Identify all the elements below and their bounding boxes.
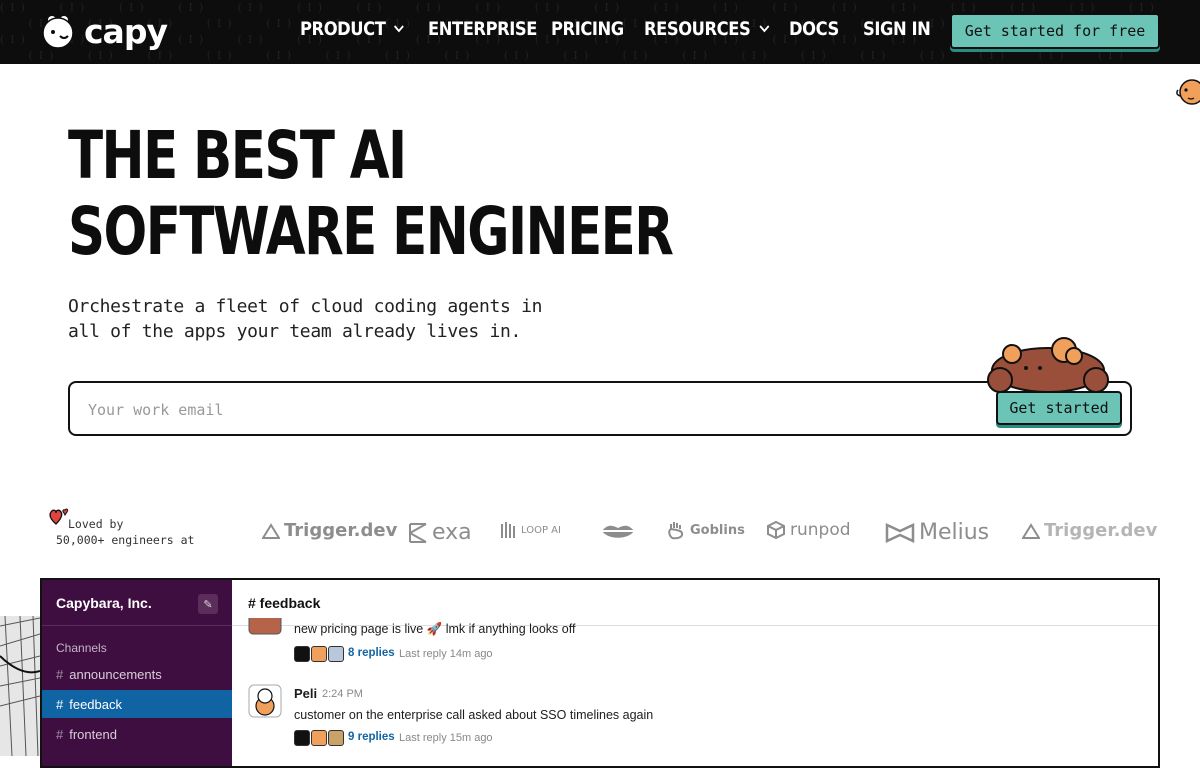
capybara-mascot-icon [987, 337, 1109, 393]
nav-product-label: PRODUCT [300, 18, 386, 40]
customer-logos: Trigger.dev exa LOOP AI Goblins runpod M… [262, 516, 1157, 548]
nav-resources[interactable]: RESOURCES [644, 18, 769, 40]
hero-title-line-1: THE BEST AI [68, 117, 407, 194]
brand-loop-ai: LOOP AI [499, 520, 561, 540]
nav-product[interactable]: PRODUCT [300, 18, 405, 40]
hero-title-line-2: SOFTWARE ENGINEER [68, 193, 674, 270]
brand-exa: exa [408, 520, 472, 545]
brand-exa-label: exa [432, 520, 472, 545]
brand-lips [600, 520, 636, 544]
brand-goblins-label: Goblins [690, 522, 745, 538]
brand-trigger-dev: Trigger.dev [262, 520, 397, 541]
hero-subtitle: Orchestrate a fleet of cloud coding agen… [68, 294, 588, 344]
avatar [294, 646, 310, 662]
channel-label: frontend [69, 726, 117, 742]
top-nav: (I) (I) (I) (I) (I) (I) (I) (I) (I) (I) … [0, 0, 1200, 64]
nav-enterprise[interactable]: ENTERPRISE [428, 18, 537, 40]
channel-label: announcements [69, 666, 162, 682]
last-reply-time: Last reply 14m ago [399, 648, 493, 660]
nav-pricing[interactable]: PRICING [551, 18, 624, 40]
loved-by-line-2: 50,000+ engineers at [56, 533, 195, 547]
workspace-name[interactable]: Capybara, Inc. [56, 595, 152, 611]
message-time: 2:24 PM [322, 688, 363, 700]
capy-logo[interactable]: capy [40, 12, 168, 51]
slack-window: Capybara, Inc. ✎ Channels # announcement… [40, 578, 1160, 768]
cube-icon [767, 520, 785, 540]
avatar [294, 730, 310, 746]
signup-form: Get started [68, 381, 1132, 436]
hero-title: THE BEST AI SOFTWARE ENGINEER [68, 117, 674, 270]
brand-runpod: runpod [766, 520, 851, 540]
message-text: customer on the enterprise call asked ab… [294, 708, 654, 722]
thread-replies-link[interactable]: 9 replies [348, 731, 395, 743]
last-reply-time: Last reply 15m ago [399, 732, 493, 744]
sketch-illustration [0, 616, 40, 756]
channel-label: feedback [69, 696, 122, 712]
logo-text: capy [84, 12, 168, 51]
message-author[interactable]: Peli [294, 686, 317, 701]
avatar [311, 730, 327, 746]
slack-sidebar: Capybara, Inc. ✎ Channels # announcement… [42, 580, 232, 766]
avatar [248, 684, 282, 718]
brand-trigger-dev-2: Trigger.dev [1022, 520, 1157, 541]
capy-logo-icon [42, 16, 74, 49]
lips-icon [602, 525, 634, 538]
channel-frontend[interactable]: # frontend [42, 720, 232, 748]
sidebar-divider [42, 625, 232, 626]
thread-replies-link[interactable]: 8 replies [348, 647, 395, 659]
triangle-icon [1022, 522, 1040, 539]
message-text: new pricing page is live 🚀 lmk if anythi… [294, 622, 576, 636]
avatar [248, 618, 282, 635]
channels-heading: Channels [56, 641, 107, 655]
channel-header: # feedback [232, 580, 1158, 626]
exa-icon [409, 522, 427, 543]
hash-icon: # [56, 696, 64, 712]
reply-avatars [294, 730, 344, 746]
brand-melius: Melius [885, 520, 989, 545]
get-started-free-button[interactable]: Get started for free [950, 13, 1160, 49]
loved-by-line-1: Loved by [68, 517, 124, 531]
peeking-capybara-icon [1176, 79, 1200, 105]
brand-loop-ai-label: LOOP AI [521, 524, 561, 536]
chevron-down-icon [394, 25, 405, 33]
chevron-down-icon [759, 25, 769, 33]
hash-icon: # [56, 666, 64, 682]
reply-avatars [294, 646, 344, 662]
hero-subtitle-line-1: Orchestrate a fleet of cloud coding agen… [68, 296, 543, 317]
work-email-input[interactable] [86, 393, 970, 427]
brand-trigger-dev-2-label: Trigger.dev [1044, 520, 1158, 541]
hero-subtitle-line-2: all of the apps your team already lives … [68, 321, 522, 342]
avatar [328, 730, 344, 746]
hand-icon [668, 522, 684, 540]
channel-title: # feedback [248, 595, 321, 611]
brand-trigger-dev-label: Trigger.dev [284, 520, 398, 541]
loved-by-text: Loved by 50,000+ engineers at [56, 516, 194, 548]
nav-resources-label: RESOURCES [644, 18, 751, 40]
bowtie-icon [885, 522, 915, 543]
nav-sign-in[interactable]: SIGN IN [863, 18, 931, 40]
brand-goblins: Goblins [666, 520, 745, 540]
brand-runpod-label: runpod [790, 520, 851, 540]
nav-docs[interactable]: DOCS [789, 18, 839, 40]
compose-icon[interactable]: ✎ [198, 594, 218, 614]
hash-icon: # [56, 726, 64, 742]
brand-melius-label: Melius [919, 520, 990, 545]
avatar [311, 646, 327, 662]
slack-channel-view: # feedback new pricing page is live 🚀 lm… [232, 580, 1158, 766]
channel-feedback[interactable]: # feedback [42, 690, 232, 718]
triangle-icon [262, 522, 280, 539]
avatar [328, 646, 344, 662]
loop-icon [501, 522, 515, 538]
channel-announcements[interactable]: # announcements [42, 660, 232, 688]
